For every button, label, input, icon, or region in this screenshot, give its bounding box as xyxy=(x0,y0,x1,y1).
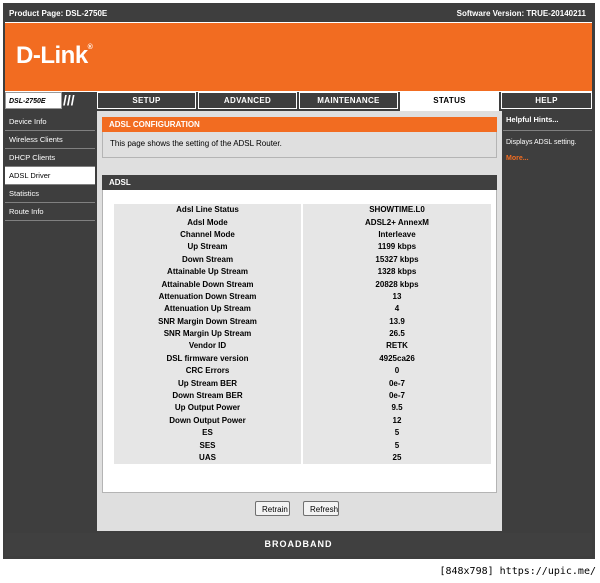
adsl-panel: Adsl Line Status SHOWTIME.L0 Adsl Mode ADSL… xyxy=(102,190,497,493)
stat-label: Up Output Power xyxy=(114,402,301,415)
top-info-bar: Product Page: DSL-2750E Software Version… xyxy=(5,8,590,20)
stat-value: 1328 kbps xyxy=(303,265,491,279)
table-row: Up Output Power 9.5 xyxy=(114,402,491,415)
table-row: CRC Errors 0 xyxy=(114,365,491,378)
stat-value: Interleave xyxy=(303,228,491,242)
stat-label: DSL firmware version xyxy=(114,352,301,366)
tab-advanced[interactable]: ADVANCED xyxy=(198,92,297,109)
logo-registered-mark: ® xyxy=(87,44,93,51)
table-row: Attenuation Up Stream 4 xyxy=(114,303,491,316)
stat-value: 0e-7 xyxy=(303,389,491,403)
stat-value: 5 xyxy=(303,427,491,440)
section-title: ADSL CONFIGURATION xyxy=(102,117,497,132)
decorative-slashes: /// xyxy=(63,92,75,108)
tab-maintenance[interactable]: MAINTENANCE xyxy=(299,92,398,109)
stat-label: UAS xyxy=(114,451,301,465)
model-badge: DSL-2750E xyxy=(5,92,62,109)
table-row: ES 5 xyxy=(114,427,491,440)
stat-value: 0e-7 xyxy=(303,377,491,390)
stat-label: Down Output Power xyxy=(114,414,301,428)
main-nav: DSL-2750E /// SETUP ADVANCED MAINTENANCE… xyxy=(5,92,592,111)
stat-label: Vendor ID xyxy=(114,340,301,353)
stat-value: 25 xyxy=(303,451,491,465)
table-row: Down Output Power 12 xyxy=(114,414,491,428)
table-row: Up Stream 1199 kbps xyxy=(114,241,491,254)
table-row: Adsl Line Status SHOWTIME.L0 xyxy=(114,204,491,217)
stat-value: 5 xyxy=(303,439,491,452)
retrain-button[interactable]: Retrain xyxy=(255,501,290,516)
stat-value: 4925ca26 xyxy=(303,352,491,366)
stat-label: Attainable Down Stream xyxy=(114,278,301,291)
product-label: Product Page: DSL-2750E xyxy=(9,9,108,18)
stat-value: 9.5 xyxy=(303,402,491,415)
stat-label: Attainable Up Stream xyxy=(114,265,301,279)
hints-more-link[interactable]: More... xyxy=(503,148,592,162)
table-row: Up Stream BER 0e-7 xyxy=(114,377,491,390)
stat-label: Down Stream xyxy=(114,253,301,266)
stat-label: Adsl Line Status xyxy=(114,204,301,217)
stat-label: ES xyxy=(114,427,301,440)
table-row: Down Stream BER 0e-7 xyxy=(114,389,491,403)
table-row: DSL firmware version 4925ca26 xyxy=(114,352,491,366)
dlink-logo: D-Link® xyxy=(16,42,93,70)
table-row: Attenuation Down Stream 13 xyxy=(114,290,491,304)
adsl-stats-table: Adsl Line Status SHOWTIME.L0 Adsl Mode ADSL… xyxy=(112,204,493,465)
tab-status[interactable]: STATUS xyxy=(400,92,499,111)
table-row: SNR Margin Up Stream 26.5 xyxy=(114,327,491,341)
refresh-button[interactable]: Refresh xyxy=(303,501,339,516)
stat-label: SES xyxy=(114,439,301,452)
table-row: Vendor ID RETK xyxy=(114,340,491,353)
stat-label: Channel Mode xyxy=(114,228,301,242)
stat-value: 12 xyxy=(303,414,491,428)
table-row: Adsl Mode ADSL2+ AnnexM xyxy=(114,216,491,229)
stat-value: RETK xyxy=(303,340,491,353)
stat-label: SNR Margin Up Stream xyxy=(114,327,301,341)
footer-bar: BROADBAND xyxy=(5,533,592,556)
sidebar-item-wireless-clients[interactable]: Wireless Clients xyxy=(5,131,95,149)
sidebar-item-device-info[interactable]: Device Info xyxy=(5,113,95,131)
stat-value: 4 xyxy=(303,303,491,316)
tab-setup[interactable]: SETUP xyxy=(97,92,196,109)
stat-label: Attenuation Down Stream xyxy=(114,290,301,304)
tab-help[interactable]: HELP xyxy=(501,92,592,109)
table-row: Channel Mode Interleave xyxy=(114,228,491,242)
watermark-text: [848x798] https://upic.me/ xyxy=(439,566,596,577)
stat-label: Down Stream BER xyxy=(114,389,301,403)
stat-label: Attenuation Up Stream xyxy=(114,303,301,316)
main-content: ADSL CONFIGURATION This page shows the s… xyxy=(97,111,502,531)
stat-value: 13 xyxy=(303,290,491,304)
stat-value: 20828 kbps xyxy=(303,278,491,291)
sidebar-item-dhcp-clients[interactable]: DHCP Clients xyxy=(5,149,95,167)
table-row: UAS 25 xyxy=(114,451,491,465)
table-row: SES 5 xyxy=(114,439,491,452)
section-description: This page shows the setting of the ADSL … xyxy=(102,132,497,158)
stat-label: Up Stream BER xyxy=(114,377,301,390)
table-row: SNR Margin Down Stream 13.9 xyxy=(114,315,491,328)
stat-value: 1199 kbps xyxy=(303,241,491,254)
stat-label: CRC Errors xyxy=(114,365,301,378)
table-row: Down Stream 15327 kbps xyxy=(114,253,491,266)
software-version-label: Software Version: TRUE-20140211 xyxy=(456,9,586,18)
hints-title: Helpful Hints... xyxy=(503,113,592,131)
helpful-hints: Helpful Hints... Displays ADSL setting. … xyxy=(503,113,592,162)
stat-value: ADSL2+ AnnexM xyxy=(303,216,491,229)
stat-value: SHOWTIME.L0 xyxy=(303,204,491,217)
stat-label: Adsl Mode xyxy=(114,216,301,229)
sidebar: Device Info Wireless Clients DHCP Client… xyxy=(5,113,95,221)
sidebar-item-statistics[interactable]: Statistics xyxy=(5,185,95,203)
table-row: Attainable Up Stream 1328 kbps xyxy=(114,265,491,279)
hints-body: Displays ADSL setting. xyxy=(506,139,577,146)
stat-value: 26.5 xyxy=(303,327,491,341)
stat-value: 15327 kbps xyxy=(303,253,491,266)
sidebar-item-adsl-driver[interactable]: ADSL Driver xyxy=(5,167,95,185)
brand-banner: D-Link® xyxy=(5,22,592,92)
stat-label: SNR Margin Down Stream xyxy=(114,315,301,328)
panel-title: ADSL xyxy=(102,175,497,190)
stat-value: 0 xyxy=(303,365,491,378)
sidebar-item-route-info[interactable]: Route Info xyxy=(5,203,95,221)
stat-label: Up Stream xyxy=(114,241,301,254)
logo-text: D-Link xyxy=(16,42,88,69)
table-row: Attainable Down Stream 20828 kbps xyxy=(114,278,491,291)
stat-value: 13.9 xyxy=(303,315,491,328)
